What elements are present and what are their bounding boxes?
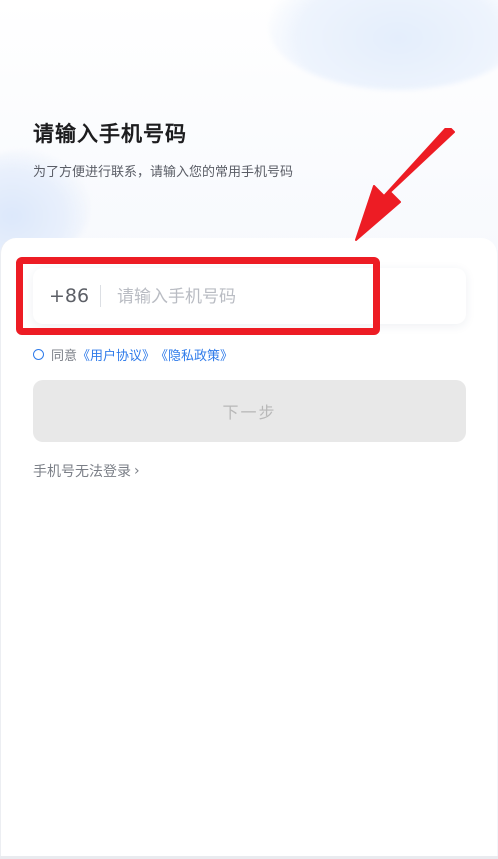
content-sheet: [0, 238, 497, 859]
user-agreement-link[interactable]: 《用户协议》: [77, 345, 155, 364]
page-subtitle: 为了方便进行联系，请输入您的常用手机号码: [33, 165, 294, 180]
country-code[interactable]: +86: [49, 285, 89, 307]
page-title: 请输入手机号码: [33, 122, 187, 146]
chevron-right-icon: ›: [134, 463, 140, 479]
agreement-row: 同意 《用户协议》 《隐私政策》: [33, 345, 233, 364]
agreement-prefix: 同意: [51, 349, 78, 364]
radio-unchecked-icon[interactable]: [33, 349, 44, 360]
cannot-login-link[interactable]: 手机号无法登录 ›: [33, 461, 140, 481]
login-screen: 请输入手机号码 为了方便进行联系，请输入您的常用手机号码 +86 同意 《用户协…: [0, 0, 498, 859]
privacy-policy-link[interactable]: 《隐私政策》: [155, 345, 233, 364]
phone-input-box[interactable]: +86: [33, 268, 466, 324]
red-pointer-arrow-icon: [355, 128, 455, 241]
next-step-button[interactable]: 下一步: [33, 380, 466, 442]
input-divider: [100, 285, 101, 307]
phone-input[interactable]: [115, 280, 449, 314]
cannot-login-label: 手机号无法登录: [33, 464, 131, 480]
